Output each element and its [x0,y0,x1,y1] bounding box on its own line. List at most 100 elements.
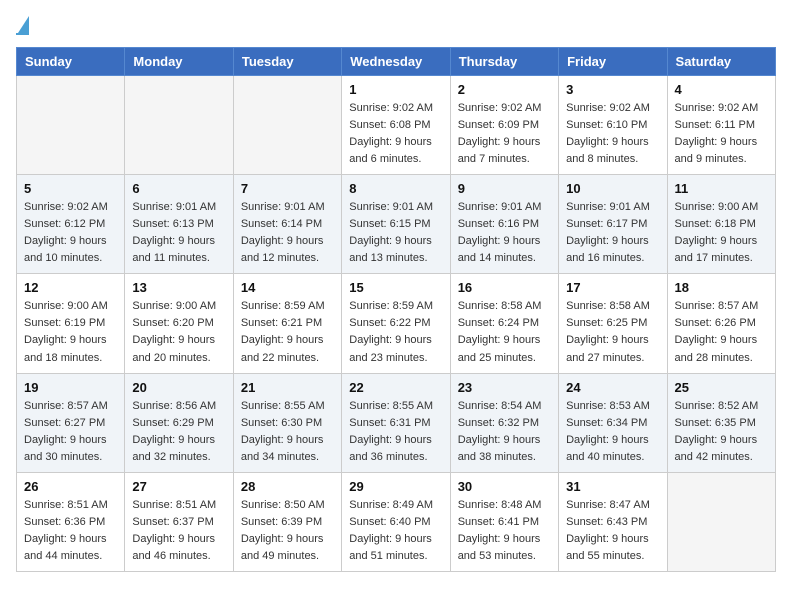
calendar-cell: 26Sunrise: 8:51 AM Sunset: 6:36 PM Dayli… [17,472,125,571]
calendar-week-row: 19Sunrise: 8:57 AM Sunset: 6:27 PM Dayli… [17,373,776,472]
day-info: Sunrise: 9:02 AM Sunset: 6:11 PM Dayligh… [675,100,768,168]
day-info: Sunrise: 8:57 AM Sunset: 6:26 PM Dayligh… [675,298,768,366]
calendar-header-sunday: Sunday [17,48,125,76]
day-number: 23 [458,380,551,395]
day-info: Sunrise: 8:58 AM Sunset: 6:25 PM Dayligh… [566,298,659,366]
day-number: 16 [458,280,551,295]
day-number: 28 [241,479,334,494]
calendar-cell: 29Sunrise: 8:49 AM Sunset: 6:40 PM Dayli… [342,472,450,571]
day-info: Sunrise: 8:50 AM Sunset: 6:39 PM Dayligh… [241,497,334,565]
calendar-week-row: 5 Sunrise: 9:02 AM Sunset: 6:12 PM Daylig… [17,175,776,274]
calendar-cell: 6 Sunrise: 9:01 AM Sunset: 6:13 PM Daylig… [125,175,233,274]
day-info: Sunrise: 9:02 AM Sunset: 6:08 PM Dayligh… [349,100,442,168]
day-info: Sunrise: 8:48 AM Sunset: 6:41 PM Dayligh… [458,497,551,565]
day-info: Sunrise: 9:00 AM Sunset: 6:19 PM Dayligh… [24,298,117,366]
day-number: 17 [566,280,659,295]
calendar-cell: 9Sunrise: 9:01 AM Sunset: 6:16 PM Daylig… [450,175,558,274]
day-info: Sunrise: 8:55 AM Sunset: 6:31 PM Dayligh… [349,398,442,466]
calendar-cell: 11 Sunrise: 9:00 AM Sunset: 6:18 PM Dayli… [667,175,775,274]
calendar-week-row: 26Sunrise: 8:51 AM Sunset: 6:36 PM Dayli… [17,472,776,571]
day-number: 9 [458,181,551,196]
day-number: 22 [349,380,442,395]
calendar-cell: 10 Sunrise: 9:01 AM Sunset: 6:17 PM Dayli… [559,175,667,274]
day-number: 10 [566,181,659,196]
calendar-cell: 27 Sunrise: 8:51 AM Sunset: 6:37 PM Dayli… [125,472,233,571]
page-header [16,16,776,35]
calendar-cell: 24 Sunrise: 8:53 AM Sunset: 6:34 PM Dayli… [559,373,667,472]
calendar-header-tuesday: Tuesday [233,48,341,76]
day-number: 2 [458,82,551,97]
calendar-cell: 15 Sunrise: 8:59 AM Sunset: 6:22 PM Dayli… [342,274,450,373]
day-number: 4 [675,82,768,97]
calendar-cell: 8 Sunrise: 9:01 AM Sunset: 6:15 PM Daylig… [342,175,450,274]
day-info: Sunrise: 9:01 AM Sunset: 6:14 PM Dayligh… [241,199,334,267]
day-number: 7 [241,181,334,196]
day-number: 18 [675,280,768,295]
calendar-cell: 13 Sunrise: 9:00 AM Sunset: 6:20 PM Dayli… [125,274,233,373]
calendar-cell [125,76,233,175]
calendar-cell [17,76,125,175]
day-info: Sunrise: 8:47 AM Sunset: 6:43 PM Dayligh… [566,497,659,565]
day-info: Sunrise: 9:01 AM Sunset: 6:15 PM Dayligh… [349,199,442,267]
day-number: 15 [349,280,442,295]
day-info: Sunrise: 8:51 AM Sunset: 6:37 PM Dayligh… [132,497,225,565]
day-info: Sunrise: 9:01 AM Sunset: 6:17 PM Dayligh… [566,199,659,267]
day-info: Sunrise: 8:49 AM Sunset: 6:40 PM Dayligh… [349,497,442,565]
day-number: 6 [132,181,225,196]
calendar-cell: 1 Sunrise: 9:02 AM Sunset: 6:08 PM Daylig… [342,76,450,175]
calendar-header-saturday: Saturday [667,48,775,76]
calendar-cell: 14 Sunrise: 8:59 AM Sunset: 6:21 PM Dayli… [233,274,341,373]
day-number: 24 [566,380,659,395]
day-number: 31 [566,479,659,494]
day-number: 1 [349,82,442,97]
day-info: Sunrise: 9:00 AM Sunset: 6:18 PM Dayligh… [675,199,768,267]
calendar-cell [233,76,341,175]
calendar-cell: 3 Sunrise: 9:02 AM Sunset: 6:10 PM Daylig… [559,76,667,175]
day-number: 11 [675,181,768,196]
day-info: Sunrise: 8:53 AM Sunset: 6:34 PM Dayligh… [566,398,659,466]
day-info: Sunrise: 9:02 AM Sunset: 6:09 PM Dayligh… [458,100,551,168]
calendar-cell: 23 Sunrise: 8:54 AM Sunset: 6:32 PM Dayli… [450,373,558,472]
day-number: 3 [566,82,659,97]
calendar-week-row: 12 Sunrise: 9:00 AM Sunset: 6:19 PM Dayli… [17,274,776,373]
calendar-cell: 18 Sunrise: 8:57 AM Sunset: 6:26 PM Dayli… [667,274,775,373]
calendar-cell: 19Sunrise: 8:57 AM Sunset: 6:27 PM Dayli… [17,373,125,472]
calendar-week-row: 1 Sunrise: 9:02 AM Sunset: 6:08 PM Daylig… [17,76,776,175]
day-info: Sunrise: 8:51 AM Sunset: 6:36 PM Dayligh… [24,497,117,565]
calendar-cell: 5 Sunrise: 9:02 AM Sunset: 6:12 PM Daylig… [17,175,125,274]
calendar-cell: 22 Sunrise: 8:55 AM Sunset: 6:31 PM Dayli… [342,373,450,472]
calendar-table: SundayMondayTuesdayWednesdayThursdayFrid… [16,47,776,572]
calendar-cell: 12 Sunrise: 9:00 AM Sunset: 6:19 PM Dayli… [17,274,125,373]
day-info: Sunrise: 8:52 AM Sunset: 6:35 PM Dayligh… [675,398,768,466]
calendar-cell: 2 Sunrise: 9:02 AM Sunset: 6:09 PM Daylig… [450,76,558,175]
day-info: Sunrise: 9:02 AM Sunset: 6:12 PM Dayligh… [24,199,117,267]
day-info: Sunrise: 8:54 AM Sunset: 6:32 PM Dayligh… [458,398,551,466]
day-info: Sunrise: 8:58 AM Sunset: 6:24 PM Dayligh… [458,298,551,366]
calendar-cell: 17 Sunrise: 8:58 AM Sunset: 6:25 PM Dayli… [559,274,667,373]
day-number: 5 [24,181,117,196]
calendar-cell: 30 Sunrise: 8:48 AM Sunset: 6:41 PM Dayli… [450,472,558,571]
calendar-cell: 20Sunrise: 8:56 AM Sunset: 6:29 PM Dayli… [125,373,233,472]
day-number: 8 [349,181,442,196]
calendar-cell: 25Sunrise: 8:52 AM Sunset: 6:35 PM Dayli… [667,373,775,472]
calendar-cell: 28 Sunrise: 8:50 AM Sunset: 6:39 PM Dayli… [233,472,341,571]
day-number: 27 [132,479,225,494]
calendar-header-monday: Monday [125,48,233,76]
day-info: Sunrise: 9:02 AM Sunset: 6:10 PM Dayligh… [566,100,659,168]
day-number: 21 [241,380,334,395]
day-number: 30 [458,479,551,494]
calendar-header-row: SundayMondayTuesdayWednesdayThursdayFrid… [17,48,776,76]
calendar-cell: 4 Sunrise: 9:02 AM Sunset: 6:11 PM Daylig… [667,76,775,175]
day-info: Sunrise: 9:01 AM Sunset: 6:13 PM Dayligh… [132,199,225,267]
day-number: 13 [132,280,225,295]
day-info: Sunrise: 9:00 AM Sunset: 6:20 PM Dayligh… [132,298,225,366]
day-info: Sunrise: 8:59 AM Sunset: 6:22 PM Dayligh… [349,298,442,366]
calendar-cell: 16 Sunrise: 8:58 AM Sunset: 6:24 PM Dayli… [450,274,558,373]
calendar-cell: 21Sunrise: 8:55 AM Sunset: 6:30 PM Dayli… [233,373,341,472]
day-number: 19 [24,380,117,395]
day-number: 14 [241,280,334,295]
day-info: Sunrise: 8:59 AM Sunset: 6:21 PM Dayligh… [241,298,334,366]
day-info: Sunrise: 8:56 AM Sunset: 6:29 PM Dayligh… [132,398,225,466]
day-number: 12 [24,280,117,295]
logo [16,16,29,35]
